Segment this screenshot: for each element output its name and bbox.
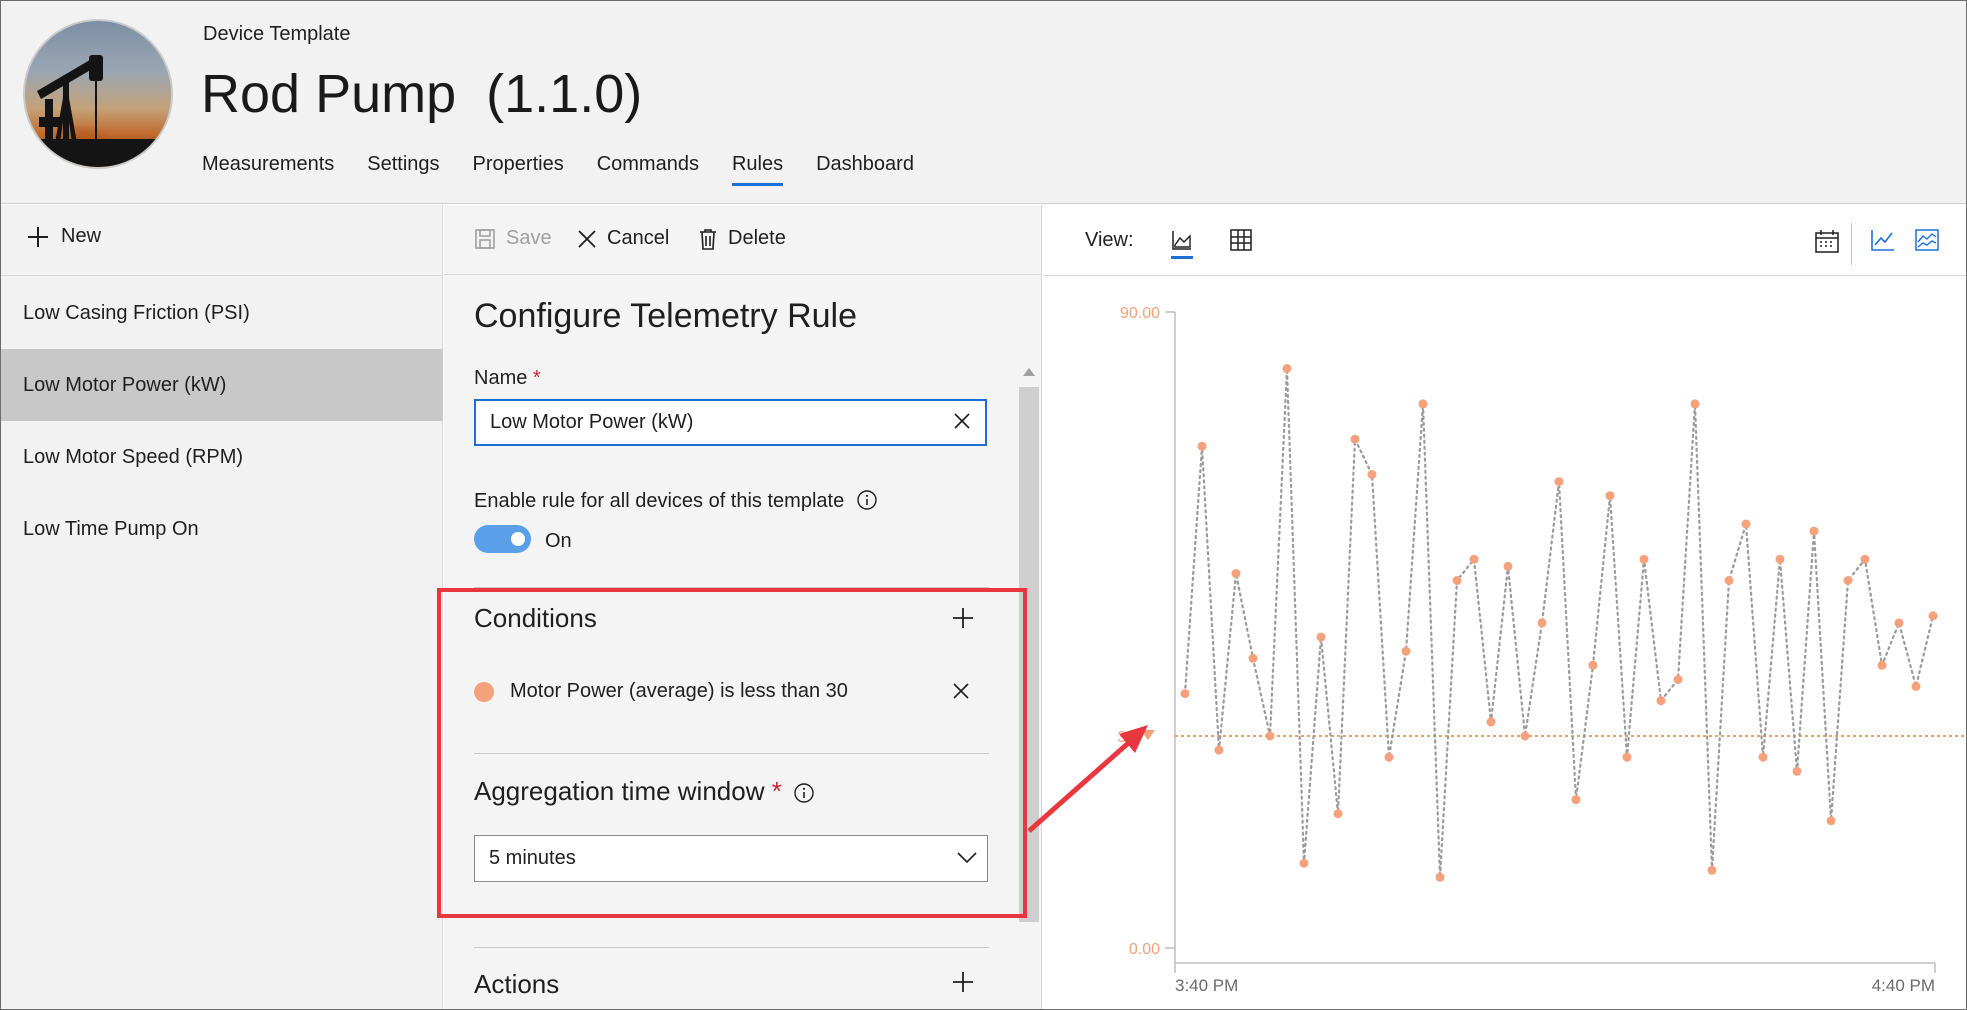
app-window: Device Template Rod Pump (1.1.0) Measure… [0, 0, 1967, 1010]
annotation-arrow [1027, 725, 1148, 833]
